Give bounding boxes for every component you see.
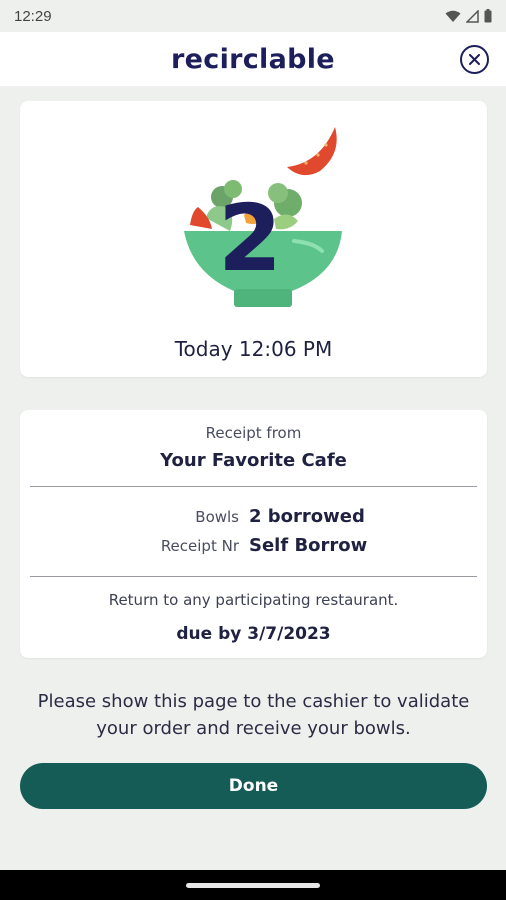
receipt-from-label: Receipt from xyxy=(205,424,302,442)
status-time: 12:29 xyxy=(14,7,52,25)
close-button[interactable] xyxy=(460,45,489,74)
due-date: due by 3/7/2023 xyxy=(176,624,331,644)
receipt-card: Receipt from Your Favorite Cafe Bowls 2 … xyxy=(20,410,487,658)
bowls-row: Bowls 2 borrowed xyxy=(20,506,487,527)
done-button[interactable]: Done xyxy=(20,763,487,809)
return-note: Return to any participating restaurant. xyxy=(108,591,399,609)
home-gesture-handle[interactable] xyxy=(186,882,320,888)
borrow-time: Today 12:06 PM xyxy=(174,337,333,361)
receipt-nr-row: Receipt Nr Self Borrow xyxy=(20,535,487,556)
app-header: recirclable xyxy=(0,32,506,86)
wifi-icon xyxy=(445,10,461,22)
receipt-nr-label: Receipt Nr xyxy=(160,537,239,555)
bowls-value: 2 borrowed xyxy=(249,506,365,527)
brand-logo: recirclable xyxy=(171,43,335,75)
status-icons xyxy=(445,9,492,23)
close-icon xyxy=(469,54,480,65)
system-nav-bar xyxy=(0,870,506,900)
screen: 12:29 recirclable 2 Today 12:06 PM Recei… xyxy=(0,0,506,900)
bowls-label: Bowls xyxy=(195,508,239,526)
bowl-count: 2 xyxy=(217,185,282,292)
receipt-nr-value: Self Borrow xyxy=(249,535,368,556)
signal-icon xyxy=(466,9,479,23)
divider xyxy=(30,486,477,487)
divider xyxy=(30,576,477,577)
salad-bowl-illustration: 2 xyxy=(170,123,360,318)
restaurant-name: Your Favorite Cafe xyxy=(160,450,347,471)
status-bar: 12:29 xyxy=(0,0,506,32)
battery-icon xyxy=(484,9,492,23)
borrow-summary-card: 2 Today 12:06 PM xyxy=(20,101,487,377)
cashier-instructions: Please show this page to the cashier to … xyxy=(37,691,470,739)
